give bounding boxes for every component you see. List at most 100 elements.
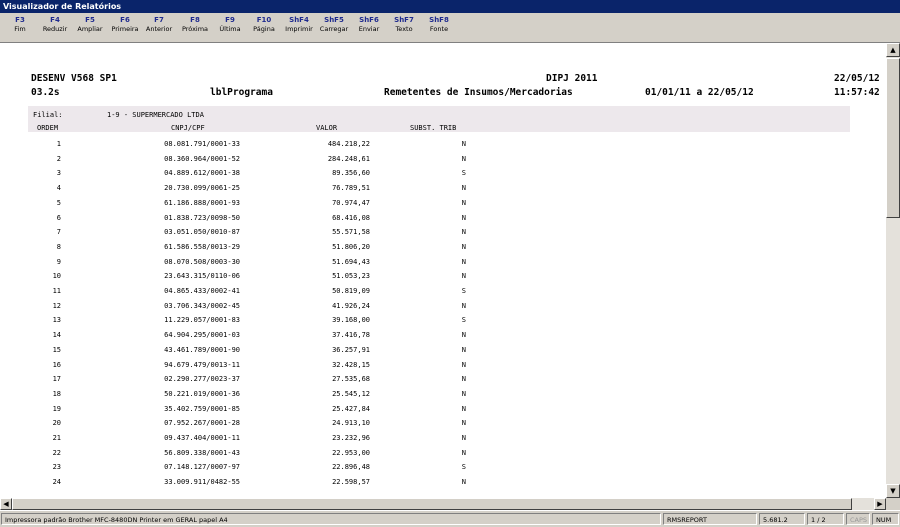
- toolbar-button-label: Página: [253, 25, 275, 33]
- toolbar-button-reduzir[interactable]: F4 Reduzir: [35, 16, 75, 34]
- row-value: 68.416,08: [332, 213, 370, 222]
- vertical-scrollbar[interactable]: ▲ ▼: [886, 43, 900, 498]
- table-row: 16 94.679.479/0013-11 32.428,15 N: [0, 361, 886, 376]
- row-cnpj: 04.865.433/0002-41: [164, 287, 240, 295]
- row-value: 25.545,12: [332, 389, 370, 398]
- toolbar-button-label: Próxima: [181, 25, 209, 33]
- row-subst: N: [461, 345, 466, 354]
- toolbar-key-label: F7: [154, 16, 164, 24]
- row-subst: N: [461, 434, 466, 442]
- scroll-up-icon[interactable]: ▲: [886, 43, 900, 57]
- horizontal-scrollbar[interactable]: ◀ ▶: [0, 498, 886, 510]
- toolbar-button-carregar[interactable]: ShF5 Carregar: [314, 16, 354, 34]
- toolbar-key-label: ShF7: [394, 16, 414, 24]
- row-subst: S: [461, 316, 466, 325]
- toolbar-key-label: ShF6: [359, 16, 379, 24]
- row-order: 16: [52, 360, 61, 369]
- row-cnpj: 07.952.267/0001-28: [164, 419, 240, 428]
- toolbar-button-fonte[interactable]: ShF8 Fonte: [419, 16, 459, 34]
- row-cnpj: 61.586.558/0013-29: [164, 242, 240, 251]
- toolbar-button-fim[interactable]: F3 Fim: [0, 16, 40, 34]
- row-cnpj: 08.081.791/0001-33: [164, 140, 240, 148]
- report-viewport: DESENV V568 SP1 DIPJ 2011 22/05/12 03.2s…: [0, 43, 886, 498]
- branch-value: 1-9 - SUPERMERCADO LTDA: [107, 111, 204, 119]
- toolbar-button-anterior[interactable]: F7 Anterior: [139, 16, 179, 34]
- row-order: 18: [52, 389, 61, 398]
- row-value: 284.248,61: [327, 154, 370, 163]
- row-value: 484.218,22: [327, 140, 370, 148]
- row-value: 22.896,48: [332, 463, 370, 472]
- row-value: 51.053,23: [332, 272, 370, 281]
- row-cnpj: 04.889.612/0001-38: [164, 169, 240, 178]
- row-subst: N: [461, 389, 466, 398]
- row-cnpj: 03.706.343/0002-45: [164, 301, 240, 310]
- row-order: 10: [52, 272, 61, 281]
- row-value: 41.926,24: [332, 301, 370, 310]
- table-row: 4 20.730.099/0061-25 76.789,51 N: [0, 184, 886, 199]
- toolbar-button-label: Fonte: [429, 25, 449, 33]
- table-row: 24 33.009.911/0482-55 22.598,57 N: [0, 478, 886, 493]
- row-subst: N: [461, 419, 466, 428]
- report-time: 11:57:42: [834, 87, 880, 98]
- status-printer: Impressora padrão Brother MFC-8480DN Pri…: [1, 513, 661, 525]
- row-cnpj: 08.360.964/0001-52: [164, 154, 240, 163]
- horizontal-scroll-thumb[interactable]: [12, 498, 852, 510]
- table-row: 17 02.290.277/0023-37 27.535,68 N: [0, 375, 886, 390]
- row-order: 1: [56, 140, 61, 148]
- row-order: 8: [56, 242, 61, 251]
- row-cnpj: 33.009.911/0482-55: [164, 478, 240, 487]
- row-value: 32.428,15: [332, 360, 370, 369]
- toolbar-key-label: ShF4: [289, 16, 309, 24]
- row-order: 17: [52, 375, 61, 384]
- table-row: 13 11.229.057/0001-83 39.168,00 S: [0, 316, 886, 331]
- toolbar-button-label: Texto: [395, 25, 413, 33]
- table-row: 5 61.186.888/0001-93 70.974,47 N: [0, 199, 886, 214]
- toolbar-button-ampliar[interactable]: F5 Ampliar: [70, 16, 110, 34]
- status-bar: Impressora padrão Brother MFC-8480DN Pri…: [0, 510, 900, 527]
- row-cnpj: 01.838.723/0098-50: [164, 213, 240, 222]
- row-order: 2: [56, 154, 61, 163]
- toolbar-key-label: F5: [85, 16, 95, 24]
- scroll-right-icon[interactable]: ▶: [874, 498, 886, 510]
- row-subst: N: [461, 184, 466, 193]
- toolbar-button-label: Imprimir: [285, 25, 313, 33]
- row-order: 23: [52, 463, 61, 472]
- table-row: 19 35.402.759/0001-85 25.427,84 N: [0, 405, 886, 420]
- row-subst: N: [461, 272, 466, 281]
- row-subst: N: [461, 404, 466, 413]
- scroll-down-icon[interactable]: ▼: [886, 484, 900, 498]
- table-row: 3 04.889.612/0001-38 89.356,60 S: [0, 169, 886, 184]
- row-cnpj: 43.461.789/0001-90: [164, 345, 240, 354]
- row-subst: S: [461, 169, 466, 178]
- toolbar-button-texto[interactable]: ShF7 Texto: [384, 16, 424, 34]
- row-value: 51.694,43: [332, 257, 370, 266]
- row-cnpj: 11.229.057/0001-83: [164, 316, 240, 325]
- table-row: 15 43.461.789/0001-90 36.257,91 N: [0, 346, 886, 361]
- status-app: RMSREPORT: [663, 513, 757, 525]
- toolbar-button-imprimir[interactable]: ShF4 Imprimir: [279, 16, 319, 34]
- toolbar-key-label: ShF5: [324, 16, 344, 24]
- table-row: 10 23.643.315/0110-06 51.053,23 N: [0, 272, 886, 287]
- row-value: 39.168,00: [332, 316, 370, 325]
- row-value: 27.535,68: [332, 375, 370, 384]
- column-value: VALOR: [316, 124, 338, 132]
- row-subst: N: [461, 242, 466, 251]
- status-caps: CAPS: [846, 513, 870, 525]
- report-subtitle: Remetentes de Insumos/Mercadorias: [384, 87, 573, 98]
- row-subst: N: [461, 140, 466, 148]
- toolbar-button-pagina[interactable]: F10 Página: [244, 16, 284, 34]
- table-row: 7 03.051.050/0010-87 55.571,58 N: [0, 228, 886, 243]
- row-value: 70.974,47: [332, 198, 370, 207]
- toolbar-button-enviar[interactable]: ShF6 Enviar: [349, 16, 389, 34]
- row-subst: S: [461, 463, 466, 472]
- row-value: 36.257,91: [332, 345, 370, 354]
- row-value: 23.232,96: [332, 434, 370, 442]
- toolbar-key-label: F4: [50, 16, 60, 24]
- row-subst: S: [461, 287, 466, 295]
- vertical-scroll-thumb[interactable]: [886, 58, 900, 218]
- scroll-left-icon[interactable]: ◀: [0, 498, 12, 510]
- table-row: 6 01.838.723/0098-50 68.416,08 N: [0, 214, 886, 229]
- toolbar-button-label: Reduzir: [42, 25, 68, 33]
- toolbar-button-proxima[interactable]: F8 Próxima: [175, 16, 215, 34]
- table-row: 23 07.148.127/0007-97 22.896,48 S: [0, 463, 886, 478]
